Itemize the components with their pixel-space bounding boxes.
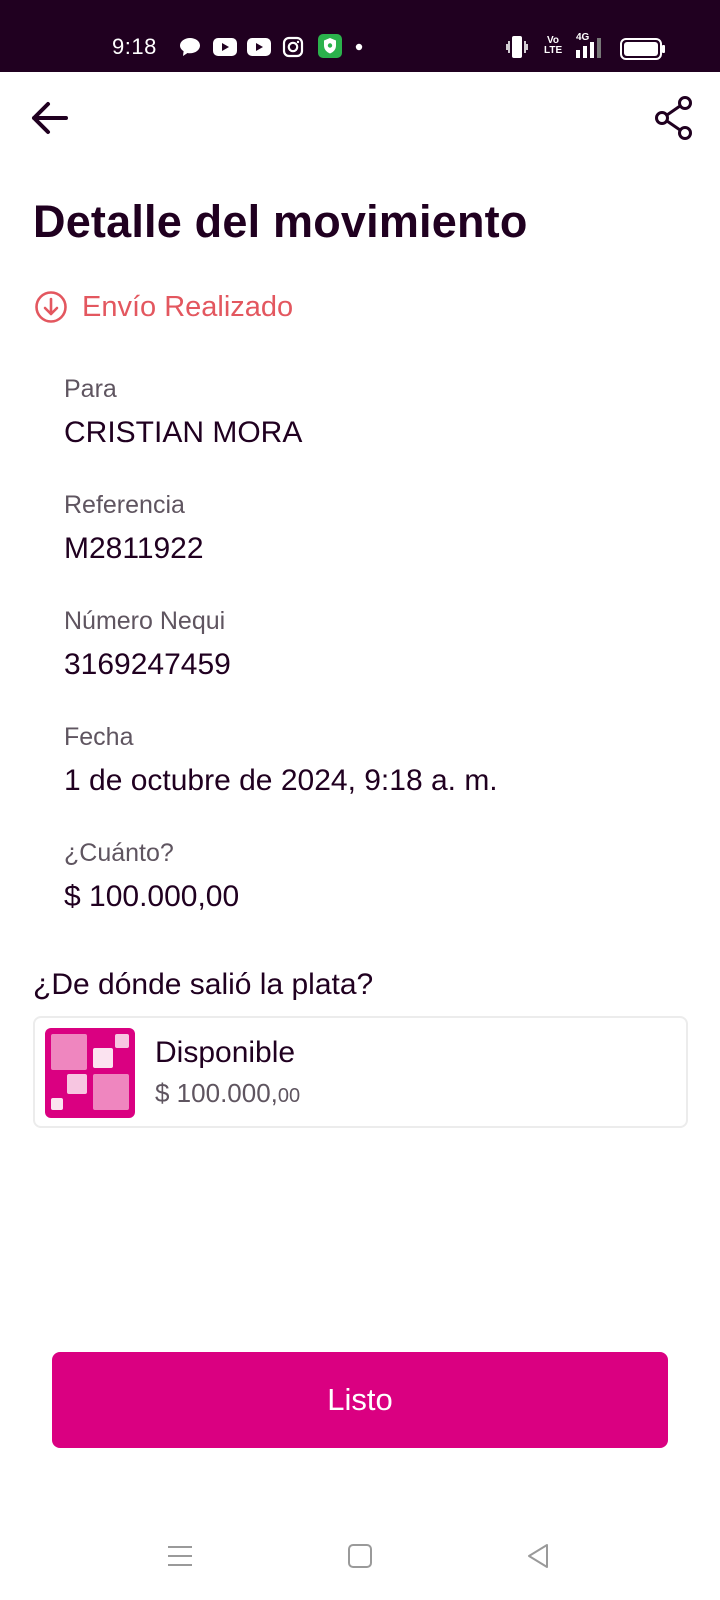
- detail-recipient: Para CRISTIAN MORA: [64, 372, 664, 488]
- pocket-balance: $ 100.000,00: [155, 1078, 301, 1108]
- detail-phone-number: Número Nequi 3169247459: [64, 604, 664, 720]
- status-text: Envío Realizado: [82, 291, 294, 323]
- page-title: Detalle del movimiento: [33, 196, 528, 247]
- detail-value: 3169247459: [64, 648, 231, 681]
- source-pocket-card[interactable]: Disponible $ 100.000,00: [33, 1016, 688, 1128]
- arrow-left-icon[interactable]: [26, 94, 74, 142]
- arrow-down-circle-icon: [35, 291, 67, 323]
- source-title: ¿De dónde salió la plata?: [33, 968, 374, 1001]
- battery-icon: [620, 38, 665, 60]
- detail-label: ¿Cuánto?: [64, 839, 174, 867]
- detail-date: Fecha 1 de octubre de 2024, 9:18 a. m.: [64, 720, 664, 836]
- share-icon[interactable]: [652, 94, 696, 142]
- detail-value: CRISTIAN MORA: [64, 416, 303, 449]
- detail-label: Número Nequi: [64, 607, 226, 635]
- home-square-icon[interactable]: [346, 1542, 374, 1570]
- back-triangle-icon[interactable]: [524, 1542, 552, 1570]
- chat-bubble-icon: [180, 38, 200, 56]
- youtube-icon: [247, 38, 271, 56]
- detail-label: Fecha: [64, 723, 134, 751]
- detail-value: M2811922: [64, 532, 204, 565]
- system-nav-bar: [0, 1520, 720, 1600]
- app-bar: [0, 72, 720, 162]
- detail-reference: Referencia M2811922: [64, 488, 664, 604]
- volte-icon: Vo LTE: [544, 35, 563, 56]
- youtube-icon: [213, 38, 237, 56]
- shield-app-icon: [318, 34, 342, 58]
- detail-amount: ¿Cuánto? $ 100.000,00: [64, 836, 664, 952]
- status-time: 9:18: [112, 34, 157, 59]
- signal-4g-icon: 4G: [574, 32, 610, 60]
- transaction-details: Para CRISTIAN MORA Referencia M2811922 N…: [64, 372, 664, 952]
- detail-label: Para: [64, 375, 117, 403]
- detail-label: Referencia: [64, 491, 185, 519]
- done-button[interactable]: Listo: [52, 1352, 668, 1448]
- menu-icon[interactable]: [166, 1542, 194, 1570]
- vibrate-icon: [506, 36, 528, 58]
- instagram-icon: [282, 36, 304, 58]
- status-bar: 9:18 Vo LTE 4G: [0, 0, 720, 72]
- detail-value: $ 100.000,00: [64, 880, 240, 913]
- pocket-logo: [45, 1028, 135, 1118]
- detail-value: 1 de octubre de 2024, 9:18 a. m.: [64, 764, 498, 797]
- pocket-name: Disponible: [155, 1036, 296, 1069]
- dot-icon: [355, 43, 363, 51]
